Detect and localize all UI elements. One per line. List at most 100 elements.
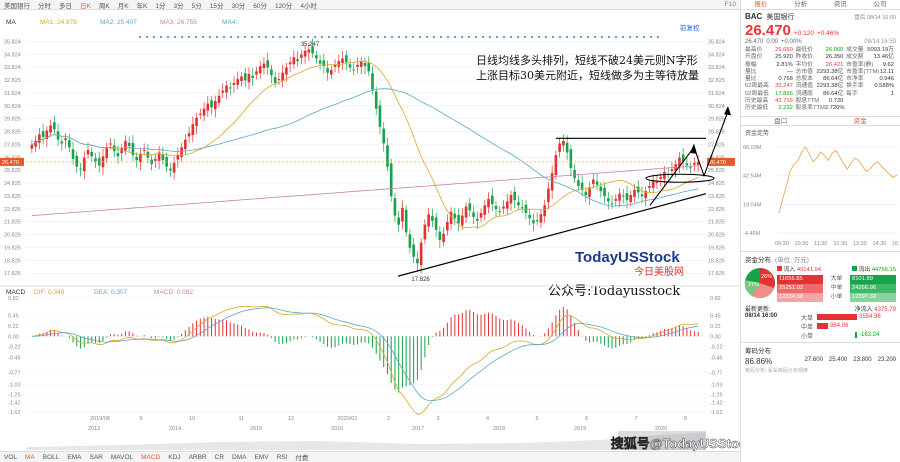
candle-body xyxy=(434,217,438,230)
dot-marker xyxy=(391,36,393,38)
dot-marker xyxy=(643,36,645,38)
toolbar-item[interactable]: 15分 xyxy=(206,0,228,10)
stat-value: 26.421 xyxy=(825,61,844,68)
indicator-tab[interactable]: MAVOL xyxy=(107,454,137,461)
toolbar-item[interactable]: 美国银行 xyxy=(0,0,34,10)
indicator-tab[interactable]: SAR xyxy=(85,454,106,461)
intraday-tab[interactable]: 资金 xyxy=(821,117,900,125)
toolbar-item[interactable]: 年K xyxy=(133,0,152,10)
candle-body xyxy=(401,207,404,222)
dea-line xyxy=(31,307,699,402)
stat-value: 35.247 xyxy=(775,83,793,90)
indicator-tab[interactable]: MA xyxy=(21,454,39,461)
stat-cell: 平均价 26.421 xyxy=(796,62,846,69)
candle-body xyxy=(195,117,198,127)
x-tick-bottom: 2013 xyxy=(88,426,100,432)
stat-row: 开盘价 25.920 昨收价 26.350 成交额 13.46亿 xyxy=(741,54,900,61)
candle-body xyxy=(236,79,240,85)
f10-button[interactable]: F10 xyxy=(721,1,740,8)
net-rows: 大单 3554.96 中单 984.06 小单 -163.24 xyxy=(801,313,896,340)
intraday-tab[interactable]: 盘口 xyxy=(741,117,821,125)
stat-value: 0.588% xyxy=(874,83,894,90)
sidebar-tab[interactable]: 分析 xyxy=(781,0,821,9)
bottom-watermark: 搜狐号@TodayUSStock xyxy=(611,436,740,451)
candle-body xyxy=(603,187,606,197)
candle-body xyxy=(116,153,120,157)
indicator-tab[interactable]: KDJ xyxy=(164,454,184,461)
dot-marker xyxy=(636,36,638,38)
candle-body xyxy=(502,206,505,209)
indicator-tab[interactable]: 付费 xyxy=(291,452,312,462)
dot-marker xyxy=(461,36,463,38)
indicator-tab[interactable]: CR xyxy=(211,454,228,461)
fund-title: 资金分布 xyxy=(745,256,771,264)
toolbar-item[interactable]: 1分 xyxy=(151,0,169,10)
net-value: 984.06 xyxy=(830,323,849,330)
y-tick-right: 23.825 xyxy=(708,194,725,200)
dot-marker xyxy=(538,36,540,38)
candle-body xyxy=(341,58,344,63)
toolbar-item[interactable]: 日K xyxy=(76,0,95,10)
y-tick-left: 23.825 xyxy=(4,194,21,200)
stat-value: — xyxy=(787,68,793,75)
candle-body xyxy=(689,167,692,169)
toolbar-item[interactable]: 4小时 xyxy=(296,0,321,10)
toolbar-item[interactable]: 多日 xyxy=(55,0,76,10)
intra-x-tick: 16:00 xyxy=(892,241,899,247)
sidebar-tab[interactable]: 资讯 xyxy=(821,0,861,9)
indicator-tab[interactable]: VOL xyxy=(0,454,21,461)
chip-tick: 23.800 xyxy=(853,356,872,363)
indicator-tab[interactable]: EMA xyxy=(63,454,85,461)
macd-tick-left: -1.42 xyxy=(8,401,21,407)
dot-marker xyxy=(405,36,407,38)
intra-x-tick: 10:30 xyxy=(795,241,809,247)
indicator-tab[interactable]: MACD xyxy=(137,454,164,461)
candle-body xyxy=(154,158,157,161)
indicator-tab[interactable]: EMV xyxy=(250,454,272,461)
sidebar-tab[interactable]: 公司 xyxy=(860,0,900,9)
fund-row: 25251.02 中单 24266.96 xyxy=(777,283,898,293)
stat-value: 2.720% xyxy=(824,105,845,112)
toolbar-item[interactable]: 周K xyxy=(95,0,114,10)
fund-rows: 11656.85 大单 8101.89 25251.02 中单 24266.96 12234… xyxy=(777,274,898,302)
toolbar-item[interactable]: 120分 xyxy=(271,0,296,10)
fund-pie-chart: 27% 26% xyxy=(744,267,775,298)
dot-marker xyxy=(146,36,148,38)
pie-out-label: 26% xyxy=(761,274,772,280)
candle-body xyxy=(333,64,337,67)
fund-type: 小单 xyxy=(830,293,843,300)
candle-body xyxy=(393,198,397,216)
candle-body xyxy=(457,214,460,224)
intraday-tabs: 盘口 资金 xyxy=(741,115,900,126)
x-tick-top: 9 xyxy=(140,416,143,422)
toolbar-item[interactable]: 分时 xyxy=(34,0,55,10)
indicator-tab[interactable]: BOLL xyxy=(39,454,64,461)
candle-body xyxy=(82,157,86,172)
toolbar-item[interactable]: 3分 xyxy=(170,0,188,10)
candle-body xyxy=(374,91,378,109)
toolbar-item[interactable]: 60分 xyxy=(249,0,271,10)
high-label: 35.247 xyxy=(301,42,320,48)
sidebar-tab[interactable]: 报价 xyxy=(741,0,781,9)
inflow-total: 49141.94 xyxy=(796,266,822,273)
indicator-tab[interactable]: RSI xyxy=(273,454,292,461)
candle-body xyxy=(258,66,262,74)
net-bar xyxy=(817,323,829,330)
stat-cell: 历史最低 2.232 xyxy=(745,105,795,112)
candle-body xyxy=(606,198,610,202)
inflow-label: 流入 xyxy=(783,266,796,273)
fund-row: 11656.85 大单 8101.89 xyxy=(777,274,898,284)
overview-area xyxy=(26,432,706,450)
indicator-tab[interactable]: DMA xyxy=(228,454,250,461)
toolbar-item[interactable]: 30分 xyxy=(227,0,249,10)
toolbar-item[interactable]: 5分 xyxy=(188,0,206,10)
fund-flow-line xyxy=(778,145,898,213)
intraday-label: 资金走势 xyxy=(745,130,770,137)
candle-body xyxy=(498,211,502,213)
toolbar-item[interactable]: 月K xyxy=(114,0,133,10)
macd-tick-left: -0.77 xyxy=(8,370,21,376)
indicator-tab[interactable]: ARBR xyxy=(185,454,211,461)
stat-label: 历史最低 xyxy=(745,105,769,112)
dot-marker xyxy=(307,36,309,38)
dot-marker xyxy=(286,36,288,38)
